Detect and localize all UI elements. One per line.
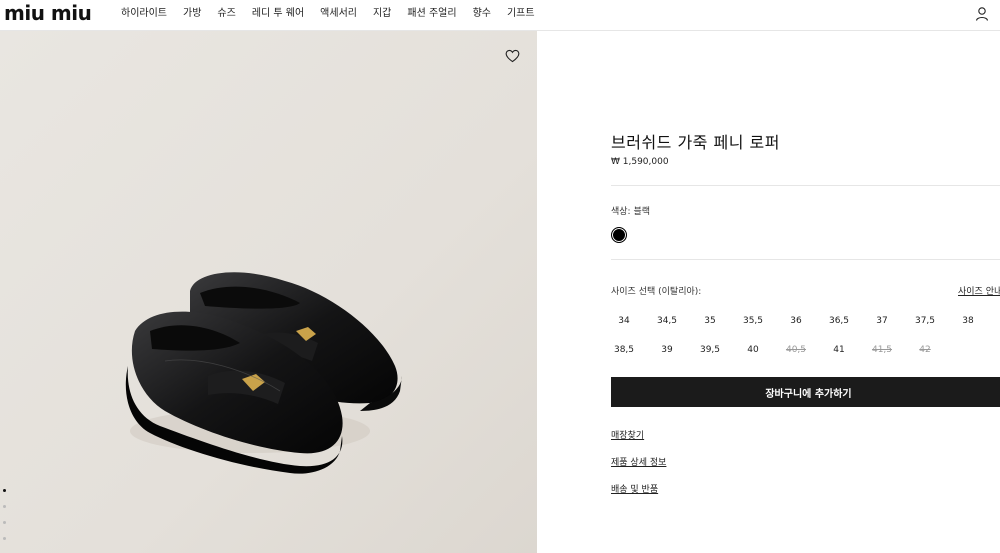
wishlist-heart-icon[interactable] [505,49,520,63]
nav-item-shoes[interactable]: 슈즈 [217,7,235,21]
size-option-35[interactable]: 35 [695,316,725,326]
gallery-dot[interactable] [3,505,6,508]
site-header: miu miu 하이라이트 가방 슈즈 레디 투 웨어 액세서리 지갑 패션 주… [0,0,1000,31]
account-icon[interactable] [974,6,990,22]
nav-item-accessories[interactable]: 액세서리 [320,7,357,21]
nav-item-gifts[interactable]: 기프트 [507,7,535,21]
brand-logo[interactable]: miu miu [4,3,92,23]
product-image-gallery[interactable] [0,31,537,553]
size-option-39-5[interactable]: 39,5 [695,345,725,355]
product-details-link[interactable]: 제품 상세 정보 [611,455,666,468]
gallery-dot[interactable] [3,521,6,524]
add-to-cart-button[interactable]: 장바구니에 추가하기 [611,377,1000,407]
product-price: ₩ 1,590,000 [611,157,669,167]
size-option-40-5-unavailable[interactable]: 40,5 [781,345,811,355]
size-option-37-5[interactable]: 37,5 [910,316,940,326]
gallery-dot[interactable] [3,537,6,540]
product-title: 브러쉬드 가죽 페니 로퍼 [611,133,780,152]
size-option-42-unavailable[interactable]: 42 [910,345,940,355]
nav-item-highlights[interactable]: 하이라이트 [121,7,167,21]
size-option-38[interactable]: 38 [953,316,983,326]
color-swatch-black[interactable] [611,227,627,243]
nav-item-bags[interactable]: 가방 [183,7,201,21]
gallery-dot[interactable] [3,489,6,492]
size-guide-link[interactable]: 사이즈 안내 [958,284,1000,297]
size-option-38-5[interactable]: 38,5 [609,345,639,355]
nav-item-ready-to-wear[interactable]: 레디 투 웨어 [252,7,304,21]
color-label: 색상: 블랙 [611,207,651,217]
product-details-panel: 브러쉬드 가죽 페니 로퍼 ₩ 1,590,000 색상: 블랙 사이즈 선택 … [611,31,1000,553]
nav-item-wallets[interactable]: 지갑 [373,7,391,21]
size-option-36-5[interactable]: 36,5 [824,316,854,326]
size-option-36[interactable]: 36 [781,316,811,326]
size-option-41-5-unavailable[interactable]: 41,5 [867,345,897,355]
size-option-40[interactable]: 40 [738,345,768,355]
nav-item-fragrance[interactable]: 향수 [473,7,491,21]
size-option-41[interactable]: 41 [824,345,854,355]
nav-item-fashion-jewelry[interactable]: 패션 주얼리 [407,7,456,21]
size-option-35-5[interactable]: 35,5 [738,316,768,326]
divider [611,185,1000,186]
shipping-returns-link[interactable]: 배송 및 반품 [611,482,658,495]
size-select-label: 사이즈 선택 (이탈리아): [611,287,702,297]
size-option-34[interactable]: 34 [609,316,639,326]
store-locator-link[interactable]: 매장찾기 [611,428,644,441]
main-nav: 하이라이트 가방 슈즈 레디 투 웨어 액세서리 지갑 패션 주얼리 향수 기프… [121,7,551,21]
size-option-39[interactable]: 39 [652,345,682,355]
loafer-product-image [125,272,402,474]
divider [611,259,1000,260]
size-option-37[interactable]: 37 [867,316,897,326]
gallery-pagination [3,489,6,553]
size-option-34-5[interactable]: 34,5 [652,316,682,326]
